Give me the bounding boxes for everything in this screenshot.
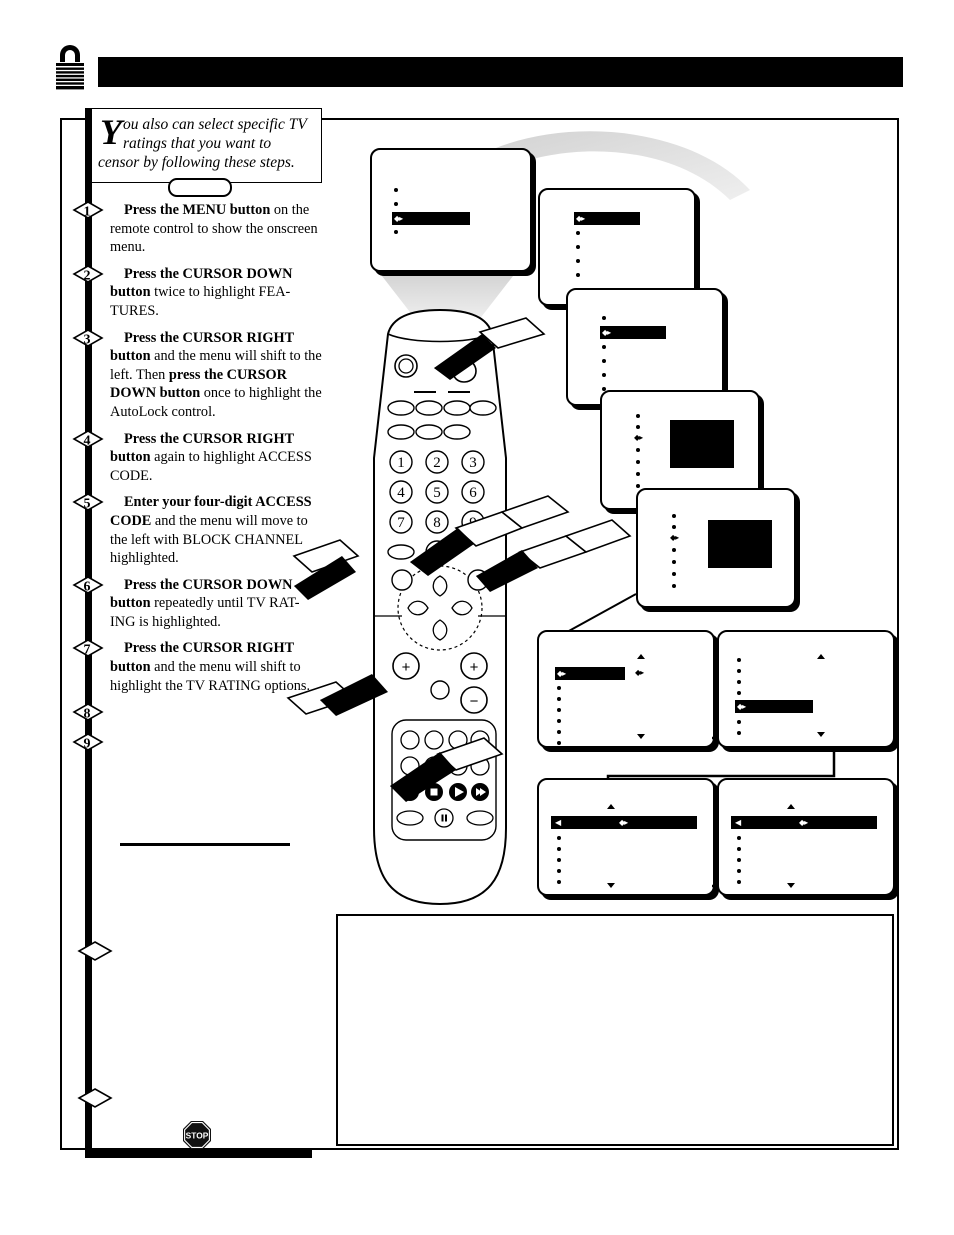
svg-text:5: 5 <box>433 485 441 501</box>
step-text-1: Press the MENU button on the remote cont… <box>110 202 318 256</box>
cursor-lr-indicator: ◆▸ <box>635 668 644 677</box>
scroll-down-indicator <box>787 883 795 888</box>
step-number-diamond: 2 <box>72 264 104 283</box>
cursor-indicator: ◆▸ <box>394 214 403 223</box>
svg-text:8: 8 <box>433 515 441 531</box>
svg-text:6: 6 <box>84 579 91 594</box>
steps-list: 1 Press the MENU button on the remote co… <box>72 201 324 763</box>
svg-text:+: + <box>402 659 411 676</box>
page-title <box>98 57 903 87</box>
step-number-diamond-blank-a <box>77 941 113 961</box>
scroll-up-indicator <box>787 804 795 809</box>
tv-screen-block-channel: ◆▸ ◆▸ <box>537 630 715 748</box>
step-text-5: Enter your four-digit ACCESS CODE and th… <box>110 494 312 567</box>
page-header-bar <box>98 57 903 87</box>
svg-text:8: 8 <box>84 707 91 722</box>
cursor-lr-indicator: ◆▸ <box>799 818 808 827</box>
step-number-diamond: 1 <box>72 201 104 220</box>
svg-text:1: 1 <box>397 455 405 471</box>
svg-text:4: 4 <box>84 433 91 448</box>
svg-text:9: 9 <box>469 515 477 531</box>
instructions-column: You also can select specific TV ratings … <box>72 108 324 1150</box>
scroll-down-indicator <box>817 732 825 737</box>
step-item: 7 Press the CURSOR RIGHT button and the … <box>72 639 324 695</box>
frame-right-rule <box>897 118 899 1150</box>
scroll-up-indicator <box>607 804 615 809</box>
frame-left-rule <box>60 118 62 1150</box>
svg-text:3: 3 <box>84 332 91 347</box>
steps-spine-foot <box>85 1150 312 1158</box>
svg-text:7: 7 <box>84 643 91 658</box>
step-item: 3 Press the CURSOR RIGHT button and the … <box>72 328 324 422</box>
step-number-diamond: 3 <box>72 328 104 347</box>
scroll-up-indicator <box>817 654 825 659</box>
cursor-indicator: ◆▸ <box>576 214 585 223</box>
svg-text:4: 4 <box>397 485 405 501</box>
svg-text:+: + <box>470 659 479 676</box>
svg-text:0: 0 <box>433 545 441 561</box>
step-text-7: Press the CURSOR RIGHT button and the me… <box>110 640 311 694</box>
step-item: 8 <box>72 703 324 725</box>
step-item: 9 <box>72 733 324 755</box>
step-text-2: Press the CURSOR DOWN button twice to hi… <box>110 265 293 319</box>
instruction-page: You also can select specific TV ratings … <box>0 0 954 1235</box>
step-item: 1 Press the MENU button on the remote co… <box>72 201 324 257</box>
note-box <box>336 914 894 1146</box>
padlock-icon <box>52 43 88 90</box>
scroll-down-indicator <box>607 883 615 888</box>
step-item: 2 Press the CURSOR DOWN button twice to … <box>72 264 324 321</box>
svg-text:1: 1 <box>84 205 91 220</box>
step-text-4: Press the CURSOR RIGHT button again to h… <box>110 430 312 484</box>
step-item: 6 Press the CURSOR DOWN button repeatedl… <box>72 575 324 632</box>
svg-text:5: 5 <box>84 497 91 512</box>
note-pill <box>168 178 232 197</box>
step-text-3: Press the CURSOR RIGHT button and the me… <box>110 329 322 420</box>
tv-screen-autolock: ◆▸ <box>566 288 724 406</box>
svg-text:6: 6 <box>469 485 477 501</box>
step-text-6: Press the CURSOR DOWN button repeatedly … <box>110 576 300 630</box>
step-item: 5 Enter your four-digit ACCESS CODE and … <box>72 493 324 567</box>
tv-screen-tv-rating-options-a: ◀ ◆▸ <box>537 778 715 896</box>
svg-text:2: 2 <box>84 268 91 283</box>
cursor-indicator: ◆▸ <box>557 669 566 678</box>
tv-screen-tv-rating-options-b: ◀ ◆▸ <box>717 778 895 896</box>
svg-text:−: − <box>470 693 479 710</box>
svg-text:2: 2 <box>433 455 441 471</box>
tv-remote-control[interactable]: 1 2 3 4 5 6 7 8 9 0 + + − <box>370 308 530 920</box>
cursor-left-indicator: ◀ <box>735 818 741 827</box>
svg-text:STOP: STOP <box>186 1131 209 1141</box>
step-number-diamond-blank-b <box>77 1088 113 1108</box>
section-divider-rule <box>120 843 290 846</box>
step-number-diamond: 8 <box>72 703 104 722</box>
cursor-indicator: ◆▸ <box>670 533 679 542</box>
step-number-diamond: 5 <box>72 493 104 512</box>
svg-text:3: 3 <box>469 455 477 471</box>
intro-callout-box: You also can select specific TV ratings … <box>92 108 322 183</box>
cursor-indicator: ◆▸ <box>602 328 611 337</box>
step-item: 4 Press the CURSOR RIGHT button again to… <box>72 429 324 486</box>
cursor-left-indicator: ◀ <box>555 818 561 827</box>
svg-text:7: 7 <box>397 515 405 531</box>
cursor-indicator: ◆▸ <box>634 433 643 442</box>
stop-sign-icon: STOP <box>182 1120 212 1150</box>
step-number-diamond: 7 <box>72 639 104 658</box>
scroll-up-indicator <box>637 654 645 659</box>
svg-text:9: 9 <box>84 737 91 752</box>
cursor-lr-indicator: ◆▸ <box>619 818 628 827</box>
intro-paragraph: You also can select specific TV ratings … <box>98 112 307 171</box>
tv-screen-tv-rating: ◆▸ <box>717 630 895 748</box>
step-number-diamond: 4 <box>72 429 104 448</box>
step-number-diamond: 6 <box>72 575 104 594</box>
scroll-down-indicator <box>637 734 645 739</box>
cursor-indicator: ◆▸ <box>737 702 746 711</box>
tv-screen-main-menu: ◆▸ <box>370 148 532 272</box>
step-number-diamond: 9 <box>72 733 104 752</box>
